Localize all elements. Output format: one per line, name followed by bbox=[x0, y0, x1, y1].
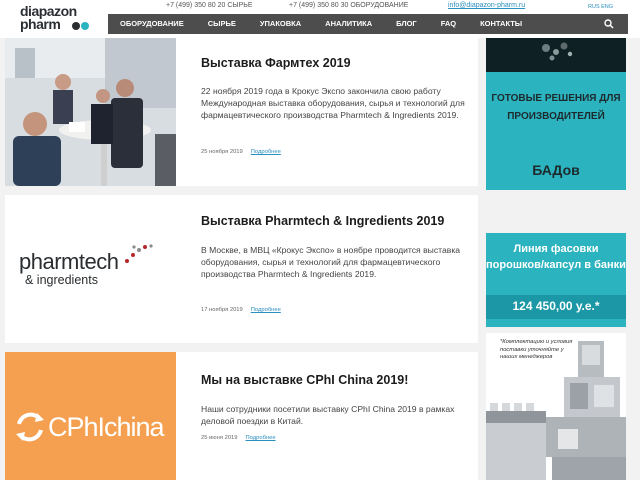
cphi-arrows-icon bbox=[16, 412, 44, 442]
nav-item-blog[interactable]: Блог bbox=[384, 14, 429, 34]
nav-item-faq[interactable]: FAQ bbox=[429, 14, 468, 34]
logo-dots-icon bbox=[72, 20, 112, 32]
banner-bad-solutions[interactable]: ГОТОВЫЕ РЕШЕНИЯ ДЛЯ ПРОИЗВОДИТЕЛЕЙ БАДов bbox=[486, 38, 626, 190]
news-logo-cphi[interactable]: CPhIchina bbox=[5, 352, 176, 480]
banner-machine[interactable]: *Комплектацию и условия поставки уточняй… bbox=[486, 333, 626, 480]
read-more-link[interactable]: Подробнее bbox=[246, 435, 276, 441]
banner-headline: БАДов bbox=[532, 162, 580, 178]
pharmtech-logo-text: pharmtech bbox=[19, 249, 119, 274]
banner-price: 124 450,00 у.е.* bbox=[512, 299, 600, 313]
main-nav: Оборудование Сырье Упаковка Аналитика Бл… bbox=[108, 14, 628, 34]
news-title[interactable]: Выставка Фармтех 2019 bbox=[201, 56, 351, 70]
site-logo[interactable]: diapazon pharm bbox=[20, 4, 90, 35]
nav-item-raw-materials[interactable]: Сырье bbox=[196, 14, 248, 34]
banner-text: ГОТОВЫЕ РЕШЕНИЯ ДЛЯ ПРОИЗВОДИТЕЛЕЙ bbox=[491, 93, 621, 122]
pharmtech-dots-icon bbox=[125, 244, 153, 263]
email-link[interactable]: info@diapazon-pharm.ru bbox=[448, 2, 525, 9]
news-date: 17 ноября 2019 bbox=[201, 307, 243, 313]
news-date: 25 ноября 2019 bbox=[201, 149, 243, 155]
news-card: Выставка Фармтех 2019 22 ноября 2019 год… bbox=[5, 38, 478, 186]
banner-filling-line[interactable]: Линия фасовки порошков/капсул в банки 12… bbox=[486, 233, 626, 327]
pharmtech-logo-subtitle: & ingredients bbox=[25, 273, 98, 287]
phone-raw-materials[interactable]: +7 (499) 350 80 20 СЫРЬЕ bbox=[166, 2, 253, 9]
news-date: 25 июня 2019 bbox=[201, 435, 238, 441]
nav-item-packaging[interactable]: Упаковка bbox=[248, 14, 313, 34]
news-title[interactable]: Мы на выставке CPhI China 2019! bbox=[201, 373, 408, 387]
nav-item-equipment[interactable]: Оборудование bbox=[108, 14, 196, 34]
news-excerpt: 22 ноября 2019 года в Крокус Экспо закон… bbox=[201, 86, 465, 121]
news-meta: 17 ноября 2019 Подробнее bbox=[201, 307, 281, 313]
site-header: diapazon pharm +7 (499) 350 80 20 СЫРЬЕ … bbox=[0, 0, 640, 38]
language-switcher[interactable]: RUS ENG bbox=[588, 4, 613, 10]
news-excerpt: Наши сотрудники посетили выставку CPhI C… bbox=[201, 404, 455, 427]
news-card: pharmtech & ingredients Выставка Pharmte… bbox=[5, 195, 478, 343]
phone-equipment[interactable]: +7 (499) 350 80 30 ОБОРУДОВАНИЕ bbox=[289, 2, 408, 9]
search-icon[interactable] bbox=[604, 19, 614, 29]
banner-capsules-image bbox=[486, 38, 626, 72]
machine-image bbox=[486, 341, 626, 480]
read-more-link[interactable]: Подробнее bbox=[251, 149, 281, 155]
news-title[interactable]: Выставка Pharmtech & Ingredients 2019 bbox=[201, 214, 444, 228]
nav-item-analytics[interactable]: Аналитика bbox=[313, 14, 384, 34]
news-meta: 25 июня 2019 Подробнее bbox=[201, 435, 276, 441]
news-photo-exhibition[interactable] bbox=[5, 38, 176, 186]
news-card: CPhIchina Мы на выставке CPhI China 2019… bbox=[5, 352, 478, 480]
read-more-link[interactable]: Подробнее bbox=[251, 307, 281, 313]
news-logo-pharmtech[interactable]: pharmtech & ingredients bbox=[5, 195, 176, 343]
news-meta: 25 ноября 2019 Подробнее bbox=[201, 149, 281, 155]
news-excerpt: В Москве, в МВЦ «Крокус Экспо» в ноябре … bbox=[201, 245, 461, 280]
cphi-logo-text: CPhIchina bbox=[48, 412, 165, 442]
banner-text: Линия фасовки порошков/капсул в банки bbox=[486, 243, 626, 271]
nav-item-contacts[interactable]: Контакты bbox=[468, 14, 534, 34]
